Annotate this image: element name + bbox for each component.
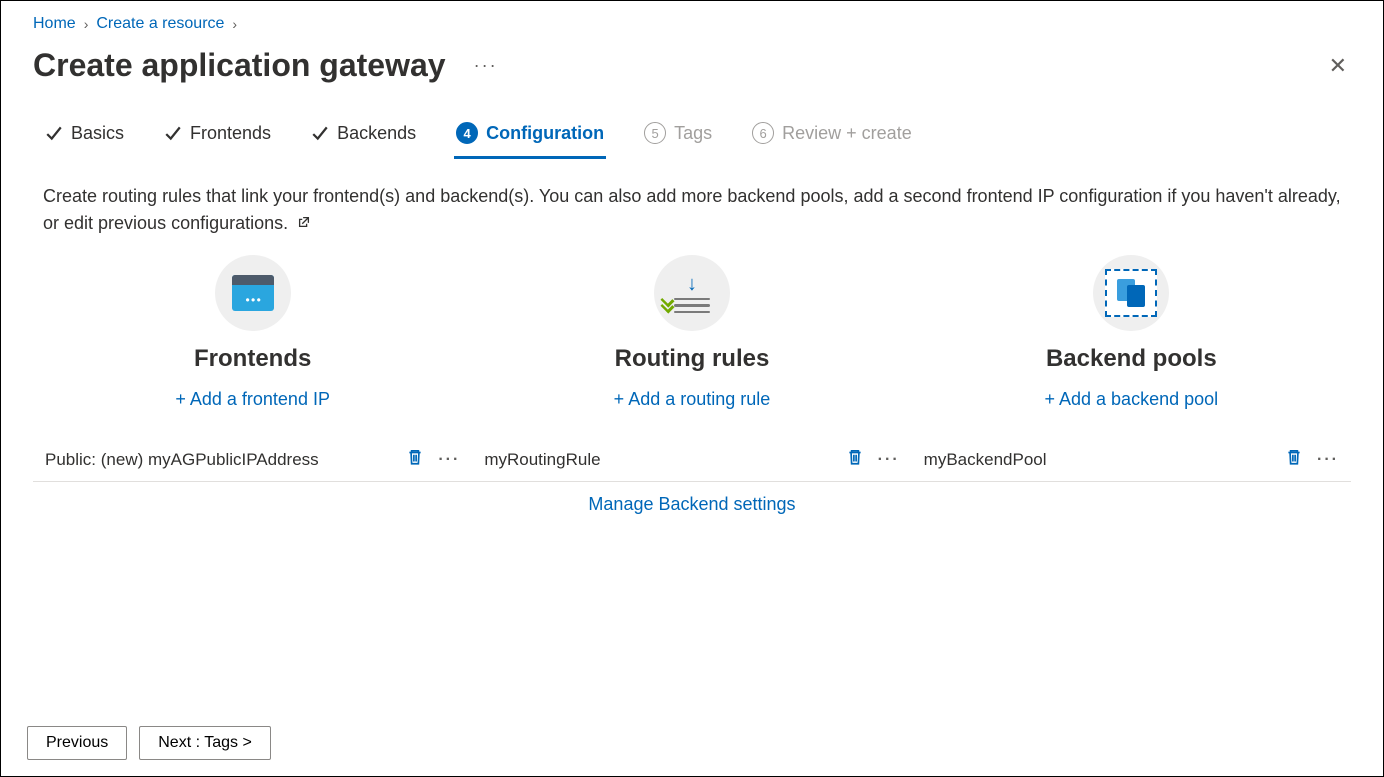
add-frontend-ip-button[interactable]: + Add a frontend IP	[175, 389, 330, 410]
backend-pool-label: myBackendPool	[924, 450, 1285, 470]
tab-configuration[interactable]: 4 Configuration	[454, 112, 606, 159]
frontend-row-label: Public: (new) myAGPublicIPAddress	[45, 450, 406, 470]
backend-pools-column: Backend pools + Add a backend pool myBac…	[912, 255, 1351, 527]
tab-tags-label: Tags	[674, 123, 712, 144]
tab-tags[interactable]: 5 Tags	[642, 112, 714, 159]
backend-title: Backend pools	[1046, 345, 1217, 373]
checkmark-icon	[164, 124, 182, 142]
tab-review-label: Review + create	[782, 123, 912, 144]
add-routing-rule-button[interactable]: + Add a routing rule	[614, 389, 771, 410]
external-link-icon[interactable]	[297, 210, 311, 237]
step-number-icon: 5	[644, 122, 666, 144]
backend-pools-icon	[1093, 255, 1169, 331]
more-icon[interactable]: ···	[878, 451, 900, 469]
breadcrumb-home[interactable]: Home	[33, 15, 76, 33]
checkmark-icon	[45, 124, 63, 142]
frontends-title: Frontends	[194, 345, 311, 373]
tab-frontends[interactable]: Frontends	[162, 113, 273, 159]
breadcrumb-create-resource[interactable]: Create a resource	[96, 15, 224, 33]
delete-icon[interactable]	[846, 448, 864, 471]
tab-backends[interactable]: Backends	[309, 113, 418, 159]
manage-backend-settings-link[interactable]: Manage Backend settings	[588, 482, 795, 527]
routing-rules-column: ↓ Routing rules + Add a routing rule myR…	[472, 255, 911, 527]
more-icon[interactable]: ···	[1317, 451, 1339, 469]
tab-backends-label: Backends	[337, 123, 416, 144]
add-backend-pool-button[interactable]: + Add a backend pool	[1044, 389, 1218, 410]
close-button[interactable]: ✕	[1325, 51, 1351, 81]
next-button[interactable]: Next : Tags >	[139, 726, 271, 760]
wizard-tabs: Basics Frontends Backends 4 Configuratio…	[33, 112, 1351, 159]
frontends-column: Frontends + Add a frontend IP Public: (n…	[33, 255, 472, 527]
tab-basics-label: Basics	[71, 123, 124, 144]
breadcrumb: Home › Create a resource ›	[1, 1, 1383, 39]
routing-title: Routing rules	[615, 345, 770, 373]
routing-rules-icon: ↓	[654, 255, 730, 331]
backend-pool-row[interactable]: myBackendPool ···	[912, 438, 1351, 482]
page-title: Create application gateway	[33, 47, 446, 84]
frontend-row[interactable]: Public: (new) myAGPublicIPAddress ···	[33, 438, 472, 482]
more-icon[interactable]: ···	[438, 451, 460, 469]
tab-configuration-label: Configuration	[486, 123, 604, 144]
tab-frontends-label: Frontends	[190, 123, 271, 144]
tab-basics[interactable]: Basics	[43, 113, 126, 159]
step-number-icon: 4	[456, 122, 478, 144]
delete-icon[interactable]	[1285, 448, 1303, 471]
routing-rule-label: myRoutingRule	[484, 450, 845, 470]
step-number-icon: 6	[752, 122, 774, 144]
more-actions-button[interactable]: ···	[474, 55, 498, 76]
previous-button[interactable]: Previous	[27, 726, 127, 760]
tab-review-create[interactable]: 6 Review + create	[750, 112, 914, 159]
chevron-right-icon: ›	[232, 16, 237, 32]
routing-rule-row[interactable]: myRoutingRule ···	[472, 438, 911, 482]
chevron-right-icon: ›	[84, 16, 89, 32]
wizard-footer: Previous Next : Tags >	[1, 710, 1383, 776]
checkmark-icon	[311, 124, 329, 142]
description-text: Create routing rules that link your fron…	[33, 159, 1351, 237]
frontends-icon	[215, 255, 291, 331]
delete-icon[interactable]	[406, 448, 424, 471]
